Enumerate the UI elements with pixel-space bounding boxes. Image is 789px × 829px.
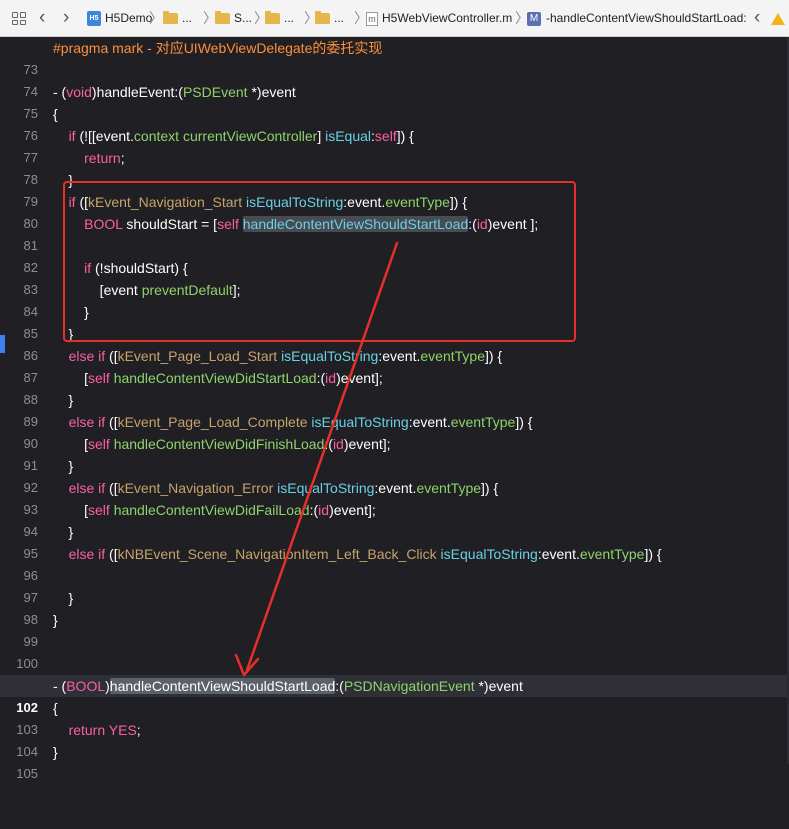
breadcrumb-label: ... — [182, 11, 193, 25]
folder-icon — [215, 11, 230, 25]
breadcrumb-label: S... — [234, 11, 253, 25]
grid-icon[interactable] — [12, 12, 26, 25]
breadcrumb-folder-2[interactable]: S... — [215, 0, 253, 36]
breadcrumb-folder-4[interactable]: ... — [315, 0, 345, 36]
warning-icon[interactable] — [771, 0, 785, 36]
chevron-right-icon: 〉 — [149, 10, 163, 26]
breadcrumb-label: ... — [284, 11, 295, 25]
forward-arrow-icon[interactable]: › — [63, 0, 69, 36]
folder-icon — [163, 11, 178, 25]
jump-bar: ‹ › H5 H5Demo 〉 ... 〉 S... 〉 ... 〉 ... 〉 … — [0, 0, 789, 37]
annotation-arrow — [234, 241, 399, 677]
source-editor[interactable]: 73 #pragma mark - 对应UIWebViewDelegate的委托… — [0, 37, 789, 781]
line-number: 105 — [16, 766, 38, 781]
breadcrumb-label: ... — [334, 11, 345, 25]
back-arrow-icon[interactable]: ‹ — [39, 0, 45, 36]
folder-icon — [265, 11, 280, 25]
folder-icon — [315, 11, 330, 25]
breadcrumb-folder-3[interactable]: ... — [265, 0, 295, 36]
breadcrumb-project[interactable]: H5 H5Demo — [87, 0, 153, 36]
breadcrumb-label: -handleContentViewShouldStartLoad: — [546, 11, 747, 25]
objc-file-icon: m — [366, 11, 378, 26]
breadcrumb-label: H5Demo — [105, 11, 153, 25]
breadcrumb-folder-1[interactable]: ... — [163, 0, 193, 36]
previous-issue-icon[interactable]: ‹ — [754, 0, 760, 36]
breadcrumb-method[interactable]: M -handleContentViewShouldStartLoad: — [527, 0, 747, 36]
breadcrumb-file[interactable]: m H5WebViewController.m — [366, 0, 513, 36]
breadcrumb-label: H5WebViewController.m — [382, 11, 513, 25]
method-icon: M — [527, 11, 541, 26]
project-icon: H5 — [87, 11, 101, 27]
